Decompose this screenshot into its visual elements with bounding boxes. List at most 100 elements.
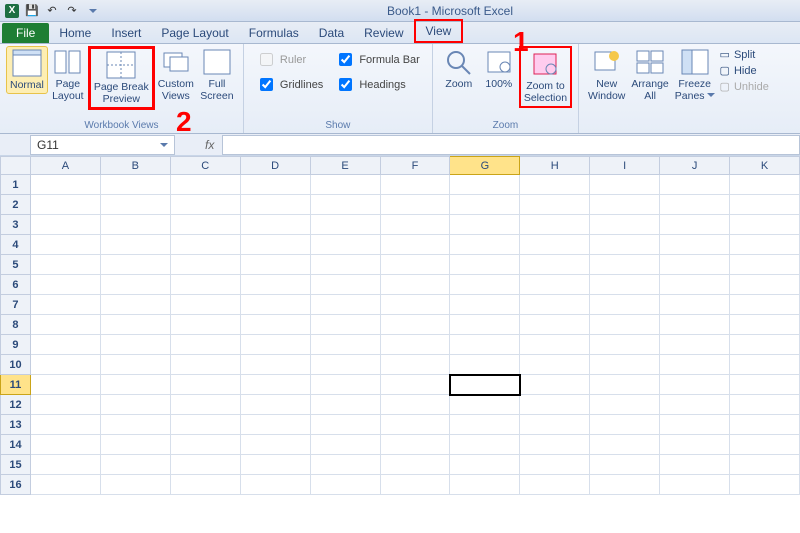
spreadsheet-grid[interactable]: ABCDEFGHIJK12345678910111213141516 — [0, 156, 800, 533]
headings-checkbox[interactable]: Headings — [335, 75, 420, 94]
cell-F2[interactable] — [380, 195, 450, 215]
hide-button[interactable]: ▢Hide — [720, 64, 769, 77]
cell-J10[interactable] — [660, 355, 730, 375]
zoom-button[interactable]: Zoom — [439, 46, 479, 92]
cell-A6[interactable] — [30, 275, 100, 295]
page-break-preview-button[interactable]: Page Break Preview — [88, 46, 155, 110]
cell-B7[interactable] — [100, 295, 170, 315]
row-header-6[interactable]: 6 — [1, 275, 31, 295]
cell-J9[interactable] — [660, 335, 730, 355]
undo-icon[interactable]: ↶ — [44, 3, 60, 19]
cell-B11[interactable] — [100, 375, 170, 395]
cell-J4[interactable] — [660, 235, 730, 255]
cell-E2[interactable] — [310, 195, 380, 215]
cell-G4[interactable] — [450, 235, 520, 255]
cell-A16[interactable] — [30, 475, 100, 495]
cell-J5[interactable] — [660, 255, 730, 275]
cell-F14[interactable] — [380, 435, 450, 455]
cell-D9[interactable] — [240, 335, 310, 355]
cell-B5[interactable] — [100, 255, 170, 275]
row-header-8[interactable]: 8 — [1, 315, 31, 335]
cell-E10[interactable] — [310, 355, 380, 375]
col-header-D[interactable]: D — [240, 157, 310, 175]
row-header-7[interactable]: 7 — [1, 295, 31, 315]
cell-H14[interactable] — [520, 435, 590, 455]
cell-B6[interactable] — [100, 275, 170, 295]
cell-G2[interactable] — [450, 195, 520, 215]
page-layout-button[interactable]: Page Layout — [48, 46, 88, 104]
cell-K10[interactable] — [730, 355, 800, 375]
row-header-12[interactable]: 12 — [1, 395, 31, 415]
select-all-corner[interactable] — [1, 157, 31, 175]
cell-F8[interactable] — [380, 315, 450, 335]
cell-H5[interactable] — [520, 255, 590, 275]
cell-C14[interactable] — [170, 435, 240, 455]
cell-A11[interactable] — [30, 375, 100, 395]
col-header-K[interactable]: K — [730, 157, 800, 175]
cell-A10[interactable] — [30, 355, 100, 375]
cell-E4[interactable] — [310, 235, 380, 255]
redo-icon[interactable]: ↷ — [64, 3, 80, 19]
cell-K5[interactable] — [730, 255, 800, 275]
formula-bar[interactable] — [222, 135, 800, 155]
cell-A7[interactable] — [30, 295, 100, 315]
cell-E9[interactable] — [310, 335, 380, 355]
cell-C1[interactable] — [170, 175, 240, 195]
cell-K1[interactable] — [730, 175, 800, 195]
cell-E3[interactable] — [310, 215, 380, 235]
cell-C5[interactable] — [170, 255, 240, 275]
cell-D5[interactable] — [240, 255, 310, 275]
cell-G13[interactable] — [450, 415, 520, 435]
cell-C9[interactable] — [170, 335, 240, 355]
cell-C13[interactable] — [170, 415, 240, 435]
cell-I4[interactable] — [590, 235, 660, 255]
tab-formulas[interactable]: Formulas — [239, 23, 309, 43]
cell-I14[interactable] — [590, 435, 660, 455]
cell-C12[interactable] — [170, 395, 240, 415]
cell-K8[interactable] — [730, 315, 800, 335]
cell-D10[interactable] — [240, 355, 310, 375]
cell-J3[interactable] — [660, 215, 730, 235]
row-header-15[interactable]: 15 — [1, 455, 31, 475]
ruler-checkbox[interactable]: Ruler — [256, 50, 323, 69]
fx-label[interactable]: fx — [205, 138, 214, 152]
cell-D1[interactable] — [240, 175, 310, 195]
cell-H6[interactable] — [520, 275, 590, 295]
cell-A5[interactable] — [30, 255, 100, 275]
cell-C11[interactable] — [170, 375, 240, 395]
cell-H12[interactable] — [520, 395, 590, 415]
cell-H1[interactable] — [520, 175, 590, 195]
col-header-G[interactable]: G — [450, 157, 520, 175]
col-header-B[interactable]: B — [100, 157, 170, 175]
cell-D8[interactable] — [240, 315, 310, 335]
cell-A12[interactable] — [30, 395, 100, 415]
cell-G15[interactable] — [450, 455, 520, 475]
cell-E12[interactable] — [310, 395, 380, 415]
cell-J14[interactable] — [660, 435, 730, 455]
unhide-button[interactable]: ▢Unhide — [720, 80, 769, 93]
row-header-16[interactable]: 16 — [1, 475, 31, 495]
col-header-F[interactable]: F — [380, 157, 450, 175]
cell-K11[interactable] — [730, 375, 800, 395]
cell-J2[interactable] — [660, 195, 730, 215]
cell-G12[interactable] — [450, 395, 520, 415]
new-window-button[interactable]: New Window — [585, 46, 628, 104]
cell-D16[interactable] — [240, 475, 310, 495]
cell-F4[interactable] — [380, 235, 450, 255]
cell-G5[interactable] — [450, 255, 520, 275]
cell-I7[interactable] — [590, 295, 660, 315]
cell-J13[interactable] — [660, 415, 730, 435]
cell-K4[interactable] — [730, 235, 800, 255]
cell-G6[interactable] — [450, 275, 520, 295]
cell-I13[interactable] — [590, 415, 660, 435]
row-header-10[interactable]: 10 — [1, 355, 31, 375]
cell-A4[interactable] — [30, 235, 100, 255]
arrange-all-button[interactable]: Arrange All — [628, 46, 671, 104]
cell-B12[interactable] — [100, 395, 170, 415]
cell-I2[interactable] — [590, 195, 660, 215]
cell-D2[interactable] — [240, 195, 310, 215]
cell-F15[interactable] — [380, 455, 450, 475]
cell-C3[interactable] — [170, 215, 240, 235]
cell-J6[interactable] — [660, 275, 730, 295]
cell-E14[interactable] — [310, 435, 380, 455]
